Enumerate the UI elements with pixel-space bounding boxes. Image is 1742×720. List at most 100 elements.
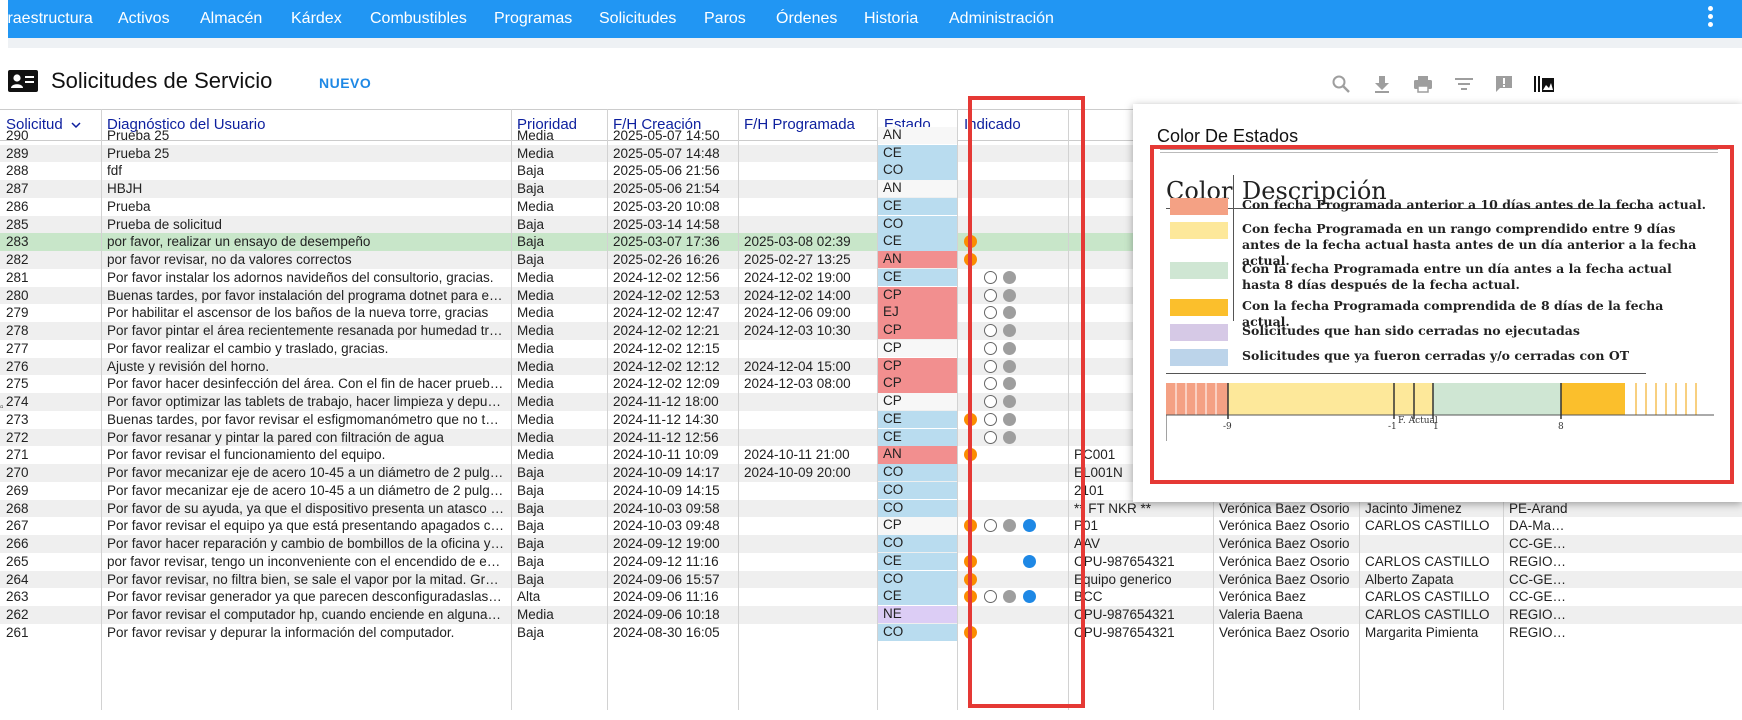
search-icon[interactable] [1331,74,1351,94]
cell-responsible: Jacinto Jimenez [1365,500,1462,516]
estado-code: CO [883,499,904,515]
cell-request-id: 289 [6,145,29,161]
more-vert-icon[interactable] [1708,6,1716,30]
cell-priority: Baja [517,163,545,179]
cell-request-id: 285 [6,216,29,232]
new-request-button[interactable]: NUEVO [319,75,371,91]
cell-diagnosis: Ajuste y revisión del horno. [107,358,270,374]
cell-diagnosis: Por favor realizar el cambio y traslado,… [107,340,389,356]
nav-item[interactable]: Almacén [200,10,262,28]
table-row[interactable]: 267 Por favor revisar el equipo ya que es… [0,517,1742,535]
cell-created-at: 2024-09-06 10:18 [613,606,720,622]
cell-requester: Verónica Baez Osorio [1219,536,1350,552]
nav-item[interactable]: Paros [704,10,746,28]
cell-request-id: 274 [6,394,29,410]
cell-area: REGIONA [1509,606,1569,622]
cell-diagnosis: Buenas tardes, por favor revisar el esfi… [107,411,505,427]
cell-created-at: 2024-10-03 09:48 [613,518,720,534]
estado-code: CP [883,393,902,409]
nav-item[interactable]: Programas [494,10,572,28]
cell-request-id: 282 [6,252,29,268]
cell-priority: Baja [517,624,545,640]
cell-responsible: CARLOS CASTILLO [1365,606,1490,622]
cell-scheduled-at: 2024-10-09 20:00 [744,465,851,481]
estado-code: CP [883,286,902,302]
nav-item[interactable]: Solicitudes [599,10,676,28]
filter-icon[interactable] [1454,74,1474,94]
cell-request-id: 262 [6,606,29,622]
cell-diagnosis: Por favor revisar, no filtra bien, se sa… [107,571,505,587]
cell-created-at: 2025-03-14 14:58 [613,216,720,232]
cell-equipment: AAV [1074,536,1101,552]
estado-badge: CE [878,144,957,162]
table-row[interactable]: 262 Por favor revisar el computador hp, c… [0,605,1742,624]
cell-created-at: 2024-11-12 12:56 [613,429,719,445]
estado-badge: CE [878,410,957,429]
cell-diagnosis: Prueba 25 [107,145,170,161]
column-divider [607,109,608,710]
table-row[interactable]: 265 por favor revisar, tengo un inconveni… [0,552,1742,571]
cell-created-at: 2025-03-07 17:36 [613,234,720,250]
estado-badge: CE [878,197,957,216]
cell-created-at: 2024-12-02 12:15 [613,340,720,356]
feedback-icon[interactable] [1494,74,1514,94]
table-row[interactable]: 263 Por favor revisar generador ya que pa… [0,588,1742,606]
nav-item[interactable]: Administración [949,10,1054,28]
cell-created-at: 2025-05-06 21:54 [613,181,720,197]
cell-request-id: 287 [6,181,29,197]
cell-responsible: CARLOS CASTILLO [1365,589,1490,605]
cell-request-id: 290 [6,128,29,143]
nav-item[interactable]: Kárdex [291,10,342,28]
estado-badge: EJ [878,304,957,322]
cell-request-id: 276 [6,358,29,374]
estado-badge: CE [878,552,957,570]
cell-priority: Media [517,376,554,392]
cell-diagnosis: Por favor revisar el computador hp, cuan… [107,606,505,622]
table-row[interactable]: 266 Por favor hacer reparación y cambio d… [0,535,1742,553]
table-row[interactable]: 264 Por favor revisar, no filtra bien, se… [0,570,1742,589]
cell-request-id: 278 [6,323,29,339]
column-divider [877,109,878,710]
nav-item[interactable]: Historia [864,10,918,28]
cell-scheduled-at: 2025-03-08 02:39 [744,234,851,250]
cell-diagnosis: Por favor pintar el área recientemente r… [107,323,505,339]
cell-scheduled-at: 2024-12-03 10:30 [744,323,851,339]
estado-code: CE [883,197,902,213]
cell-priority: Media [517,305,554,321]
cell-diagnosis: Por favor mecanizar eje de acero 10-45 a… [107,465,505,481]
print-icon[interactable] [1413,74,1433,94]
cell-diagnosis: fdf [107,163,123,179]
nav-item[interactable]: Combustibles [370,10,467,28]
cell-created-at: 2024-10-11 10:09 [613,447,719,463]
chart-icon[interactable] [1533,74,1555,94]
estado-code: NE [883,605,902,621]
column-divider [738,109,739,710]
cell-created-at: 2024-09-06 15:57 [613,571,720,587]
table-row[interactable]: 268 Por favor de su ayuda, ya que el disp… [0,499,1742,518]
cell-request-id: 281 [6,269,29,285]
cell-priority: Baja [517,518,545,534]
estado-badge: CO [878,162,957,180]
cell-diagnosis: Por favor instalar los adornos navideños… [107,269,494,285]
cell-scheduled-at: 2024-10-11 21:00 [744,447,850,463]
cell-request-id: 277 [6,340,29,356]
cell-area: PE-Arand [1509,500,1568,516]
column-divider [101,109,102,710]
cell-created-at: 2024-10-09 14:15 [613,482,720,498]
table-row[interactable]: 261 Por favor revisar y depurar la inform… [0,623,1742,642]
estado-badge: NE [878,605,957,624]
cell-priority: Baja [517,482,545,498]
estado-code: CE [883,588,902,604]
cell-request-id: 267 [6,518,29,534]
cell-created-at: 2024-11-12 18:00 [613,394,719,410]
cell-request-id: 283 [6,234,29,250]
nav-item[interactable]: Órdenes [776,10,837,28]
nav-item[interactable]: Activos [118,10,170,28]
download-icon[interactable] [1372,74,1392,94]
cell-request-id: 265 [6,553,29,569]
estado-badge: AN [878,127,957,145]
cell-request-id: 288 [6,163,29,179]
cell-priority: Media [517,394,554,410]
cell-priority: Baja [517,234,545,250]
nav-item[interactable]: fraestructura [3,10,93,28]
